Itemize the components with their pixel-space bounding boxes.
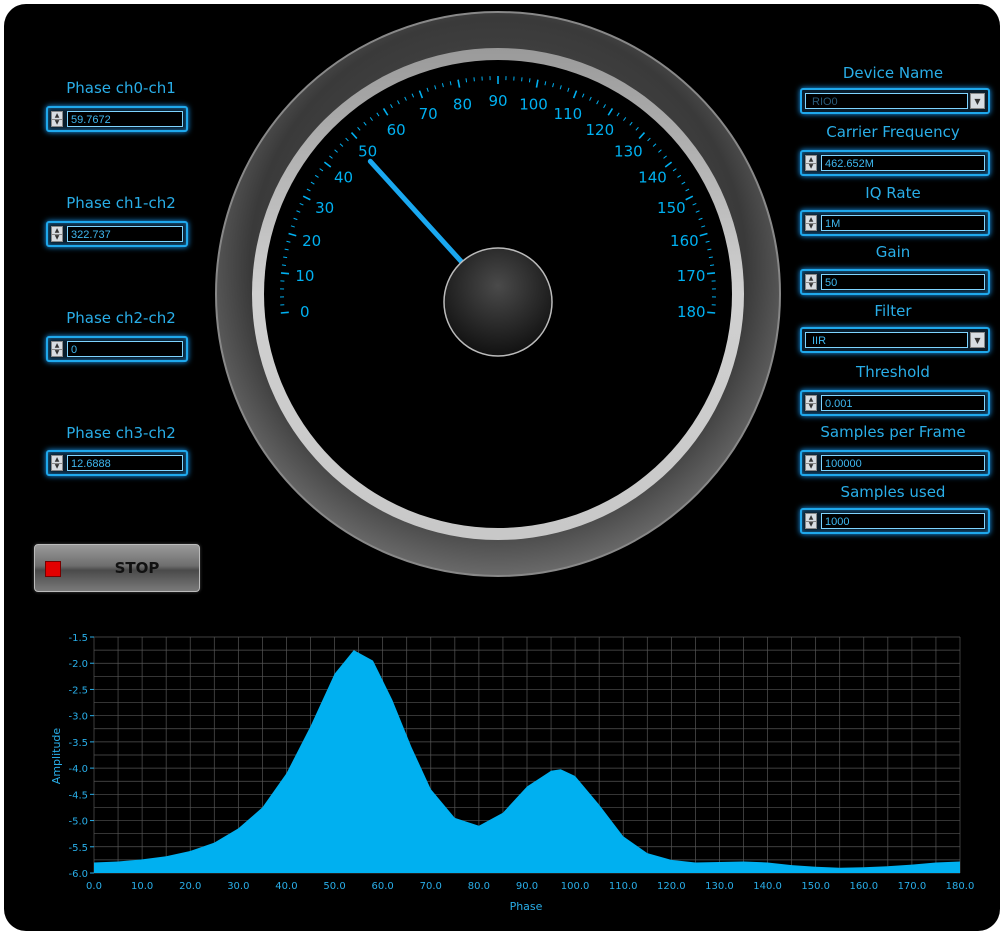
x-tick-label: 160.0 [849,881,878,892]
gauge-tick-label: 100 [519,95,548,113]
gauge-tick-label: 10 [295,267,314,285]
gauge-minor-tick [465,78,468,83]
gauge-hub [443,247,553,357]
x-tick-label: 100.0 [561,881,590,892]
y-axis-label: Amplitude [50,728,63,785]
y-tick-label: -4.5 [68,790,88,801]
gauge-tick-label: 130 [614,142,643,160]
gauge-major-tick [280,311,289,314]
x-tick-label: 80.0 [468,881,490,892]
gauge-minor-tick [281,264,286,266]
x-tick-label: 40.0 [275,881,297,892]
gauge-tick-label: 180 [677,303,706,321]
x-tick-label: 20.0 [179,881,201,892]
gauge-tick-label: 20 [302,232,321,250]
x-tick-label: 0.0 [86,881,102,892]
x-tick-label: 50.0 [323,881,345,892]
x-tick-label: 60.0 [372,881,394,892]
gauge-tick-label: 80 [453,95,472,113]
x-tick-label: 170.0 [898,881,927,892]
gauge-minor-tick [528,78,531,83]
gauge-tick-label: 90 [488,92,507,110]
gauge-tick-label: 60 [387,121,406,139]
x-tick-label: 130.0 [705,881,734,892]
gauge-tick-label: 0 [300,303,310,321]
y-tick-label: -1.5 [68,633,88,644]
gauge-tick-label: 170 [677,267,706,285]
x-tick-label: 150.0 [801,881,830,892]
y-tick-label: -3.0 [68,712,88,723]
y-tick-label: -2.0 [68,659,88,670]
gauge-minor-tick [708,256,713,259]
y-tick-label: -3.5 [68,738,88,749]
gauge-tick-label: 30 [315,199,334,217]
gauge-minor-tick [283,256,288,259]
x-tick-label: 10.0 [131,881,153,892]
gauge-tick-label: 50 [358,142,377,160]
x-tick-label: 90.0 [516,881,538,892]
y-tick-label: -2.5 [68,685,88,696]
amplitude-phase-chart: 0.0 10.0 20.0 30.0 40.0 50.0 60.0 70.0 80.0 90.0 1… [50,633,975,913]
gauge-tick-label: 140 [638,169,667,187]
x-tick-label: 110.0 [609,881,638,892]
x-tick-label: 30.0 [227,881,249,892]
gauge-major-tick [707,311,716,314]
phase-gauge: 0 10 20 3040 50 60 70 80 90 100 110120 130 140 150 160… [215,11,781,577]
gauge-tick-label: 160 [670,232,699,250]
gauge-major-tick [280,272,290,275]
gauge-tick-label: 150 [657,199,686,217]
y-tick-label: -4.0 [68,764,88,775]
gauge-tick-label: 120 [586,121,615,139]
x-tick-label: 180.0 [946,881,975,892]
y-tick-label: -5.0 [68,817,88,828]
x-axis-label: Phase [510,900,543,913]
gauge-tick-label: 70 [419,105,438,123]
x-tick-label: 120.0 [657,881,686,892]
gauge-minor-tick [710,264,715,266]
y-tick-label: -5.5 [68,843,88,854]
gauge-tick-label: 40 [334,169,353,187]
gauge-tick-label: 110 [554,105,583,123]
x-tick-label: 70.0 [420,881,442,892]
gauge-major-tick [706,272,716,275]
x-tick-label: 140.0 [753,881,782,892]
y-tick-label: -6.0 [68,869,88,880]
front-panel: Phase ch0-ch1 ▲ ▼ 59.7672 Phase ch1-ch2 ▲… [4,4,1000,931]
